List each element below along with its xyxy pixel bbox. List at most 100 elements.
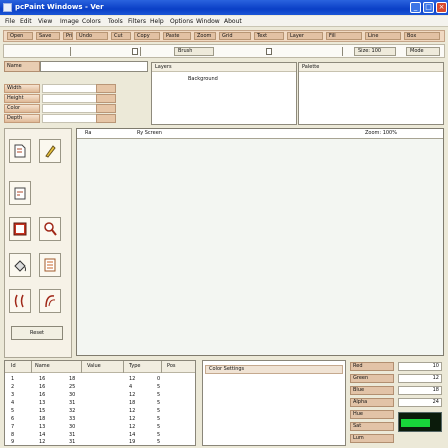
menu-item-filters[interactable]: Filters <box>128 18 146 25</box>
table-row[interactable]: 6 18 33 12 5 <box>5 416 195 424</box>
image-tool-button[interactable] <box>9 217 31 241</box>
table-row[interactable]: 1 16 18 12 0 <box>5 376 195 384</box>
select-tool-button[interactable] <box>9 139 31 163</box>
value-label: Blue <box>350 386 394 395</box>
menu-item-edit[interactable]: Edit <box>20 18 32 25</box>
toolbar-line-button[interactable]: Line <box>365 32 401 40</box>
palette-pane-header: Palette <box>299 63 443 72</box>
property-row: Depth <box>4 114 147 123</box>
toolbar-copy-button[interactable]: Copy <box>134 32 160 40</box>
brush-selector[interactable]: Brush <box>174 47 214 56</box>
curve-tool-button[interactable] <box>39 289 61 313</box>
drawing-canvas[interactable]: Ra Ry Screen Zoom: 100% <box>76 128 444 356</box>
menu-item-colors[interactable]: Colors <box>82 18 101 25</box>
table-row[interactable]: 7 13 30 12 5 <box>5 424 195 432</box>
zoom-tool-button[interactable] <box>39 217 61 241</box>
column-header[interactable]: Pos <box>167 363 176 369</box>
toolbar-zoom-button[interactable]: Zoom <box>194 32 216 40</box>
column-header[interactable]: Id <box>11 363 16 369</box>
toolbar-undo-button[interactable]: Undo <box>76 32 108 40</box>
toolbar-print-button[interactable]: Print <box>63 32 73 40</box>
column-divider[interactable] <box>123 361 124 373</box>
level-meter <box>398 412 442 432</box>
minimize-button[interactable]: _ <box>410 2 421 13</box>
image-tool-icon <box>13 222 27 236</box>
menu-bar: File Edit View Image Colors Tools Filter… <box>0 16 448 27</box>
brush-tool-icon <box>45 145 56 158</box>
menu-item-file[interactable]: File <box>5 18 15 25</box>
toolbar-grid-button[interactable]: Grid <box>219 32 251 40</box>
column-header[interactable]: Type <box>129 363 140 369</box>
menu-item-tools[interactable]: Tools <box>108 18 123 25</box>
toolbar-layer-button[interactable]: Layer <box>287 32 323 40</box>
toolbar-cut-button[interactable]: Cut <box>111 32 131 40</box>
value-field[interactable]: 18 <box>398 386 442 395</box>
column-header[interactable]: Value <box>87 363 101 369</box>
table-row[interactable]: 3 16 30 12 5 <box>5 392 195 400</box>
property-tag <box>96 94 116 103</box>
value-label: Green <box>350 374 394 383</box>
menu-item-view[interactable]: View <box>38 18 52 25</box>
column-divider[interactable] <box>81 361 82 373</box>
document-icon[interactable] <box>266 48 272 55</box>
text-tool-button[interactable] <box>39 253 61 277</box>
value-field[interactable]: 24 <box>398 398 442 407</box>
toolbar-open-button[interactable]: Open <box>7 32 33 40</box>
canvas-header-title: Ry Screen <box>137 130 162 136</box>
table-row[interactable]: 2 16 25 4 5 <box>5 384 195 392</box>
property-tag <box>96 114 116 123</box>
brush-tool-button[interactable] <box>39 139 61 163</box>
curve-tool-icon <box>45 295 56 308</box>
table-row[interactable]: 5 15 32 12 5 <box>5 408 195 416</box>
property-row: Color <box>4 104 147 113</box>
data-table: Id Name Value Type Pos 1 16 18 12 0 2 16 25 4 5 … <box>4 360 196 446</box>
color-settings-panel: Color Settings <box>202 360 346 446</box>
clone-tool-icon <box>14 294 24 308</box>
eraser-tool-button[interactable] <box>9 181 31 205</box>
maximize-button[interactable]: □ <box>423 2 434 13</box>
menu-item-options[interactable]: Options <box>170 18 193 25</box>
property-label: Height <box>4 94 40 103</box>
property-row: Height <box>4 94 147 103</box>
column-divider[interactable] <box>161 361 162 373</box>
menu-item-about[interactable]: About <box>224 18 242 25</box>
property-tag <box>96 84 116 93</box>
column-header[interactable]: Name <box>35 363 50 369</box>
close-button[interactable]: × <box>436 2 447 13</box>
main-toolbar: Open Save Print Undo Cut Copy Paste Zoom… <box>3 30 445 42</box>
menu-item-window[interactable]: Window <box>196 18 220 25</box>
table-row[interactable]: 4 13 31 18 5 <box>5 400 195 408</box>
column-divider[interactable] <box>31 361 32 373</box>
mode-selector[interactable]: Mode <box>406 47 440 56</box>
layer-item[interactable]: Background <box>188 76 218 82</box>
layers-pane: Layers Background <box>151 62 297 125</box>
toolbar-separator <box>342 47 343 56</box>
clone-tool-button[interactable] <box>9 289 31 313</box>
text-tool-icon <box>44 258 56 272</box>
color-values-panel: Red 10 Green 12 Blue 18 Alpha 24 Hue Sat… <box>350 360 446 446</box>
name-input[interactable] <box>40 61 148 72</box>
value-field[interactable]: 10 <box>398 362 442 371</box>
toolbar-paste-button[interactable]: Paste <box>163 32 191 40</box>
level-meter-bar <box>401 419 430 427</box>
toolbar-save-button[interactable]: Save <box>36 32 60 40</box>
toolbar-separator <box>140 47 141 56</box>
window-title: pcPaint Windows - Ver <box>15 3 104 11</box>
menu-item-help[interactable]: Help <box>150 18 164 25</box>
value-label: Red <box>350 362 394 371</box>
toolbar-text-button[interactable]: Text <box>254 32 284 40</box>
value-field[interactable]: 12 <box>398 374 442 383</box>
table-row[interactable]: 9 12 31 19 5 <box>5 439 195 445</box>
toolbar-fill-button[interactable]: Fill <box>326 32 362 40</box>
page-icon[interactable] <box>132 48 138 55</box>
size-selector[interactable]: Size: 100 <box>354 47 396 56</box>
palette-pane: Palette <box>298 62 444 125</box>
toolbar-box-button[interactable]: Box <box>404 32 440 40</box>
tool-reset-button[interactable]: Reset <box>11 326 63 340</box>
canvas-header-left: Ra <box>85 130 92 136</box>
name-label: Name <box>4 61 40 72</box>
layers-pane-header: Layers <box>152 63 296 72</box>
menu-item-image[interactable]: Image <box>60 18 79 25</box>
fill-tool-button[interactable] <box>9 253 31 277</box>
value-label: Alpha <box>350 398 394 407</box>
